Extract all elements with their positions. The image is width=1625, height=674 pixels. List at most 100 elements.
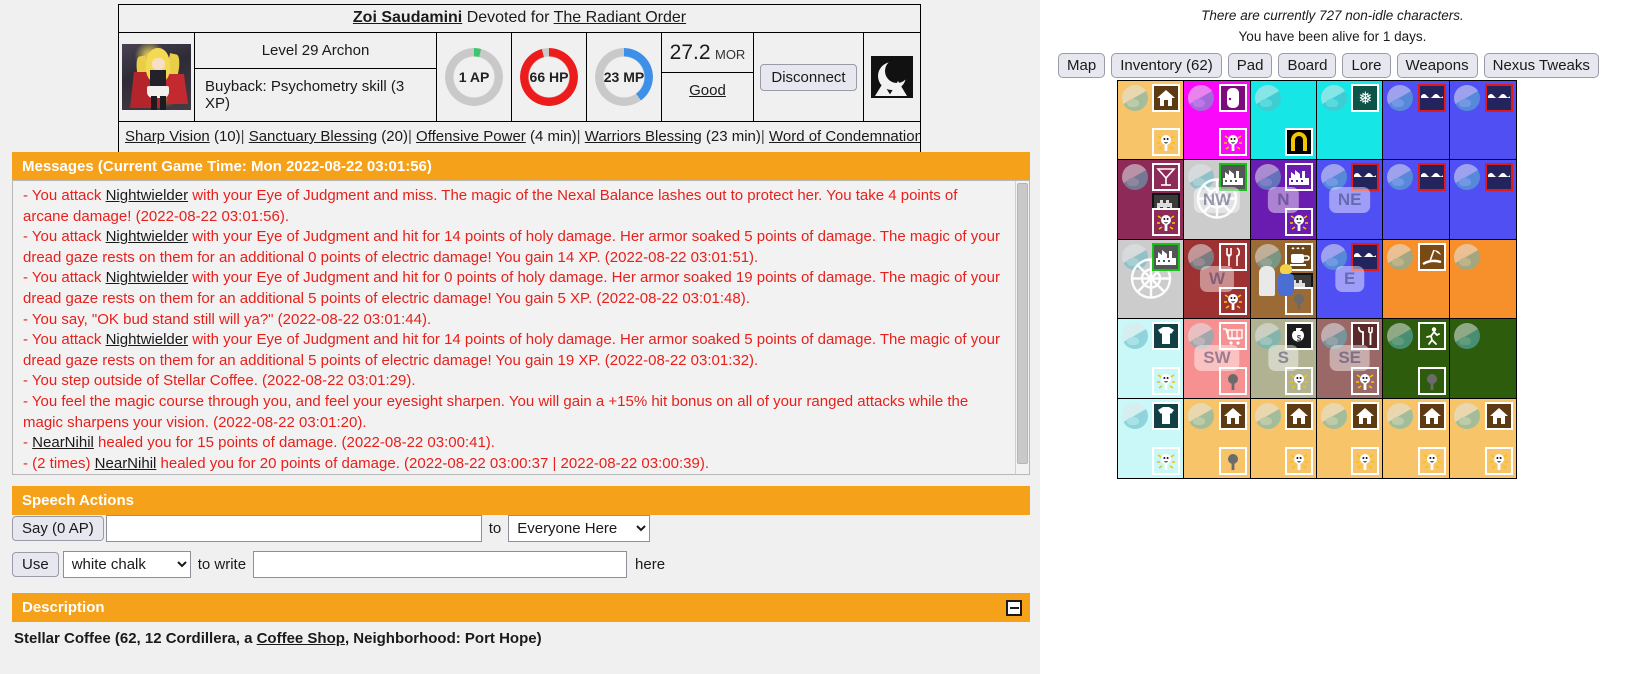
map-cell[interactable] [1449,81,1516,161]
map-cell[interactable] [1383,319,1450,399]
map-icon-streetlight-on[interactable] [1152,207,1181,236]
map-direction-n[interactable]: N [1268,186,1299,213]
map-cell[interactable]: E [1317,239,1384,320]
nav-button-pad[interactable]: Pad [1227,53,1273,78]
map-icon-drink[interactable] [1152,163,1181,192]
map-cell[interactable] [1449,319,1516,399]
buff-link[interactable]: Offensive Power [416,128,526,145]
nav-button-board[interactable]: Board [1278,53,1337,78]
map-cell[interactable] [1118,81,1185,161]
map-icon-water[interactable] [1485,163,1513,192]
faction-link[interactable]: The Radiant Order [554,9,687,26]
map-icon-water[interactable] [1417,163,1446,192]
map-icon-water[interactable] [1485,84,1513,112]
map-icon-gym[interactable] [1417,322,1446,351]
nav-button-inventory-62[interactable]: Inventory (62) [1111,53,1222,78]
character-name[interactable]: Zoi Saudamini [353,9,462,26]
map-cell[interactable] [1184,398,1251,478]
npc-sprite[interactable] [1258,265,1275,296]
map-cell[interactable] [1118,398,1185,478]
buff-link[interactable]: Warriors Blessing [585,128,702,145]
map-direction-e[interactable]: E [1334,265,1365,292]
avatar[interactable] [122,44,191,110]
map-cell[interactable] [1383,81,1450,161]
map-icon-house[interactable] [1485,401,1513,430]
map-direction-s[interactable]: S [1268,345,1298,372]
nav-button-nexus-tweaks[interactable]: Nexus Tweaks [1483,53,1599,78]
map-cell[interactable] [1250,81,1317,161]
map-icon-clothing[interactable] [1152,322,1181,351]
map-cell[interactable] [1383,398,1450,478]
map-direction-sw[interactable]: SW [1194,345,1240,372]
map-direction-nw[interactable]: NW [1193,186,1241,213]
nav-button-lore[interactable]: Lore [1342,53,1391,78]
buff-link[interactable]: Sanctuary Blessing [249,128,377,145]
map-cell[interactable] [1383,239,1450,320]
map-icon-water[interactable] [1417,84,1446,112]
player-sprite[interactable] [1277,263,1295,296]
map-icon-house[interactable] [1351,401,1380,430]
map-cell[interactable] [1118,239,1185,320]
map-icon-streetlight-on[interactable] [1152,366,1181,395]
map-cell[interactable]: N [1250,160,1317,240]
map-cell[interactable]: $ S [1250,319,1317,399]
messages-scrollbar[interactable] [1015,181,1029,474]
nav-button-weapons[interactable]: Weapons [1396,53,1478,78]
map-icon-monument[interactable] [1285,128,1313,157]
map-cell[interactable]: ❅ [1317,81,1384,161]
map-cell[interactable] [1449,398,1516,478]
character-link[interactable]: NearNihil [95,455,157,472]
character-link[interactable]: Nightwielder [106,228,189,245]
map-icon-streetlight-on[interactable] [1485,447,1513,475]
map-cell[interactable] [1250,398,1317,478]
map-icon-beach[interactable] [1417,242,1446,271]
map-icon-streetlight-on[interactable] [1218,128,1247,157]
map-icon-door[interactable] [1218,84,1247,112]
map-cell[interactable] [1383,160,1450,240]
character-link[interactable]: Nightwielder [106,269,189,286]
character-link[interactable]: Nightwielder [106,187,189,204]
map-direction-w[interactable]: W [1199,265,1235,292]
map-icon-house[interactable] [1285,401,1313,430]
map-cell[interactable] [1449,160,1516,240]
map-cell[interactable]: NE [1317,160,1384,240]
map-icon-house[interactable] [1417,401,1446,430]
map-icon-house[interactable] [1152,84,1181,112]
buff-link[interactable]: Sharp Vision [125,128,210,145]
map-icon-park[interactable]: ❅ [1351,84,1380,112]
map-icon-house[interactable] [1218,401,1247,430]
say-target-select[interactable]: Everyone Here [508,515,651,542]
map-cell[interactable]: NW [1184,160,1251,240]
map-icon-streetlight-off[interactable] [1218,447,1247,475]
map-icon-streetlight-on[interactable] [1285,447,1313,475]
map-cell[interactable] [1317,398,1384,478]
writing-tool-select[interactable]: white chalk [62,551,191,578]
map-grid[interactable]: ❅ NW N NE W E SW $ S SE [1117,80,1517,479]
map-icon-streetlight-on[interactable] [1351,447,1380,475]
map-cell[interactable]: SE [1317,319,1384,399]
say-input[interactable] [105,515,482,542]
map-icon-streetlight-off[interactable] [1417,366,1446,395]
map-cell[interactable] [1449,239,1516,320]
coffee-shop-link[interactable]: Coffee Shop [257,630,345,647]
buff-link[interactable]: Word of Condemnation [769,128,920,145]
map-icon-streetlight-on[interactable] [1417,447,1446,475]
character-link[interactable]: Nightwielder [106,331,189,348]
collapse-minus-icon[interactable] [1006,599,1022,616]
map-cell-current[interactable] [1250,239,1317,320]
map-cell[interactable] [1184,81,1251,161]
map-icon-clothing[interactable] [1152,401,1181,430]
write-input[interactable] [253,551,628,578]
map-icon-streetlight-on[interactable] [1152,128,1181,157]
say-button[interactable]: Say (0 AP) [12,516,104,541]
map-direction-se[interactable]: SE [1329,345,1370,372]
disconnect-button[interactable]: Disconnect [760,63,857,91]
character-link[interactable]: NearNihil [32,434,94,451]
map-direction-ne[interactable]: NE [1328,186,1371,213]
scrollbar-thumb[interactable] [1017,183,1028,464]
map-cell[interactable]: SW [1184,319,1251,399]
map-icon-streetlight-on[interactable] [1152,447,1181,475]
nav-button-map[interactable]: Map [1058,53,1106,78]
use-button[interactable]: Use [12,552,59,577]
map-cell[interactable]: W [1184,239,1251,320]
